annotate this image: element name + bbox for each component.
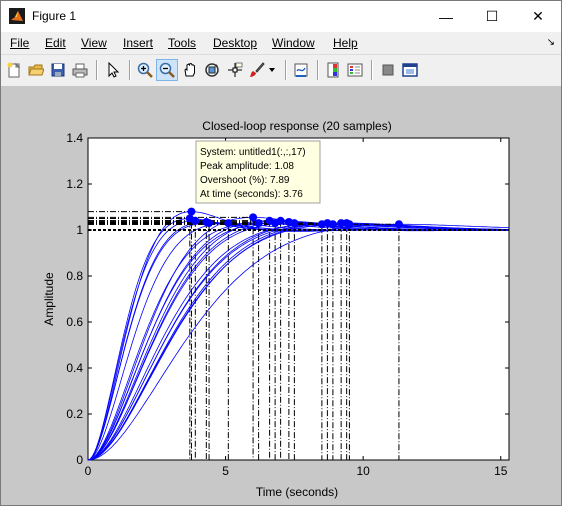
toolbar-separator: [371, 60, 373, 80]
y-tick-label: 0.6: [66, 315, 83, 329]
toolbar-separator: [285, 60, 287, 80]
menu-view[interactable]: View: [81, 36, 107, 50]
data-tip-line: Overshoot (%): 7.89: [200, 175, 290, 186]
maximize-icon: ☐: [485, 8, 499, 24]
data-tip-line: Peak amplitude: 1.08: [200, 161, 294, 172]
figure-canvas: Closed-loop response (20 samples) 0 0.2 0.…: [1, 86, 561, 505]
zoom-out-icon[interactable]: [156, 59, 178, 81]
pan-hand-icon[interactable]: [180, 60, 200, 80]
menu-desktop[interactable]: Desktop: [213, 36, 257, 50]
brush-dropdown-icon[interactable]: [267, 60, 277, 80]
y-tick-label: 0.4: [66, 361, 83, 375]
x-tick-label: 0: [85, 464, 92, 478]
menu-edit[interactable]: Edit: [45, 36, 66, 50]
toolbar-separator: [96, 60, 98, 80]
new-figure-icon[interactable]: [4, 60, 24, 80]
minimize-icon: —: [439, 8, 453, 25]
toolbar-separator: [129, 60, 131, 80]
insert-legend-icon[interactable]: [345, 60, 365, 80]
title-bar[interactable]: Figure 1 — ☐ ✕: [1, 1, 561, 32]
peak-point: [276, 216, 285, 225]
step-response-plot[interactable]: Closed-loop response (20 samples) 0 0.2 0.…: [1, 86, 561, 505]
x-axis-label: Time (seconds): [256, 485, 338, 499]
data-tip[interactable]: System: untitled1(:,:,17) Peak amplitude…: [195, 140, 321, 204]
peak-point: [290, 219, 299, 228]
edit-plot-arrow-icon[interactable]: [103, 60, 123, 80]
menu-insert[interactable]: Insert: [123, 36, 153, 50]
figure-toolbar: [1, 54, 561, 87]
minimize-button[interactable]: —: [423, 1, 469, 32]
close-icon: ✕: [532, 8, 544, 24]
data-cursor-icon[interactable]: [225, 60, 245, 80]
link-plot-icon[interactable]: [291, 60, 311, 80]
peak-point: [254, 219, 263, 228]
hide-plot-tools-icon[interactable]: [378, 60, 398, 80]
y-tick-label: 1: [76, 223, 83, 237]
peak-point: [345, 220, 354, 229]
window-title: Figure 1: [32, 9, 77, 23]
x-tick-label: 15: [494, 464, 508, 478]
toolbar-separator: [317, 60, 319, 80]
y-tick-label: 0.8: [66, 269, 83, 283]
peak-point: [191, 216, 200, 225]
rotate-3d-icon[interactable]: [202, 60, 222, 80]
x-tick-label: 5: [222, 464, 229, 478]
peak-point: [394, 220, 403, 229]
zoom-in-icon[interactable]: [135, 60, 155, 80]
menu-window[interactable]: Window: [272, 36, 315, 50]
data-tip-line: At time (seconds): 3.76: [200, 189, 303, 200]
chart-title: Closed-loop response (20 samples): [202, 119, 391, 133]
y-tick-label: 0: [76, 453, 83, 467]
menu-help[interactable]: Help: [333, 36, 358, 50]
peak-point: [249, 213, 258, 222]
maximize-button[interactable]: ☐: [469, 1, 515, 32]
peak-point: [205, 219, 214, 228]
figure-window: Figure 1 — ☐ ✕ File Edit View Insert Too…: [0, 0, 562, 506]
y-tick-label: 1.4: [66, 131, 83, 145]
data-tip-line: System: untitled1(:,:,17): [200, 147, 306, 158]
print-icon[interactable]: [70, 60, 90, 80]
y-tick-label: 0.2: [66, 407, 83, 421]
peak-point: [328, 220, 337, 229]
y-tick-label: 1.2: [66, 177, 83, 191]
peak-point: [187, 207, 196, 216]
menu-bar: File Edit View Insert Tools Desktop Wind…: [1, 32, 561, 54]
save-icon[interactable]: [48, 60, 68, 80]
peak-point: [224, 219, 233, 228]
show-plot-tools-icon[interactable]: [400, 60, 420, 80]
dock-arrow-icon[interactable]: ↘: [547, 37, 555, 48]
menu-file[interactable]: File: [10, 36, 29, 50]
menu-tools[interactable]: Tools: [168, 36, 196, 50]
close-button[interactable]: ✕: [515, 1, 561, 32]
matlab-icon: [9, 8, 25, 24]
open-file-icon[interactable]: [26, 60, 46, 80]
y-axis-label: Amplitude: [42, 272, 56, 326]
brush-icon[interactable]: [247, 60, 267, 80]
insert-colorbar-icon[interactable]: [323, 60, 343, 80]
x-tick-label: 10: [356, 464, 370, 478]
